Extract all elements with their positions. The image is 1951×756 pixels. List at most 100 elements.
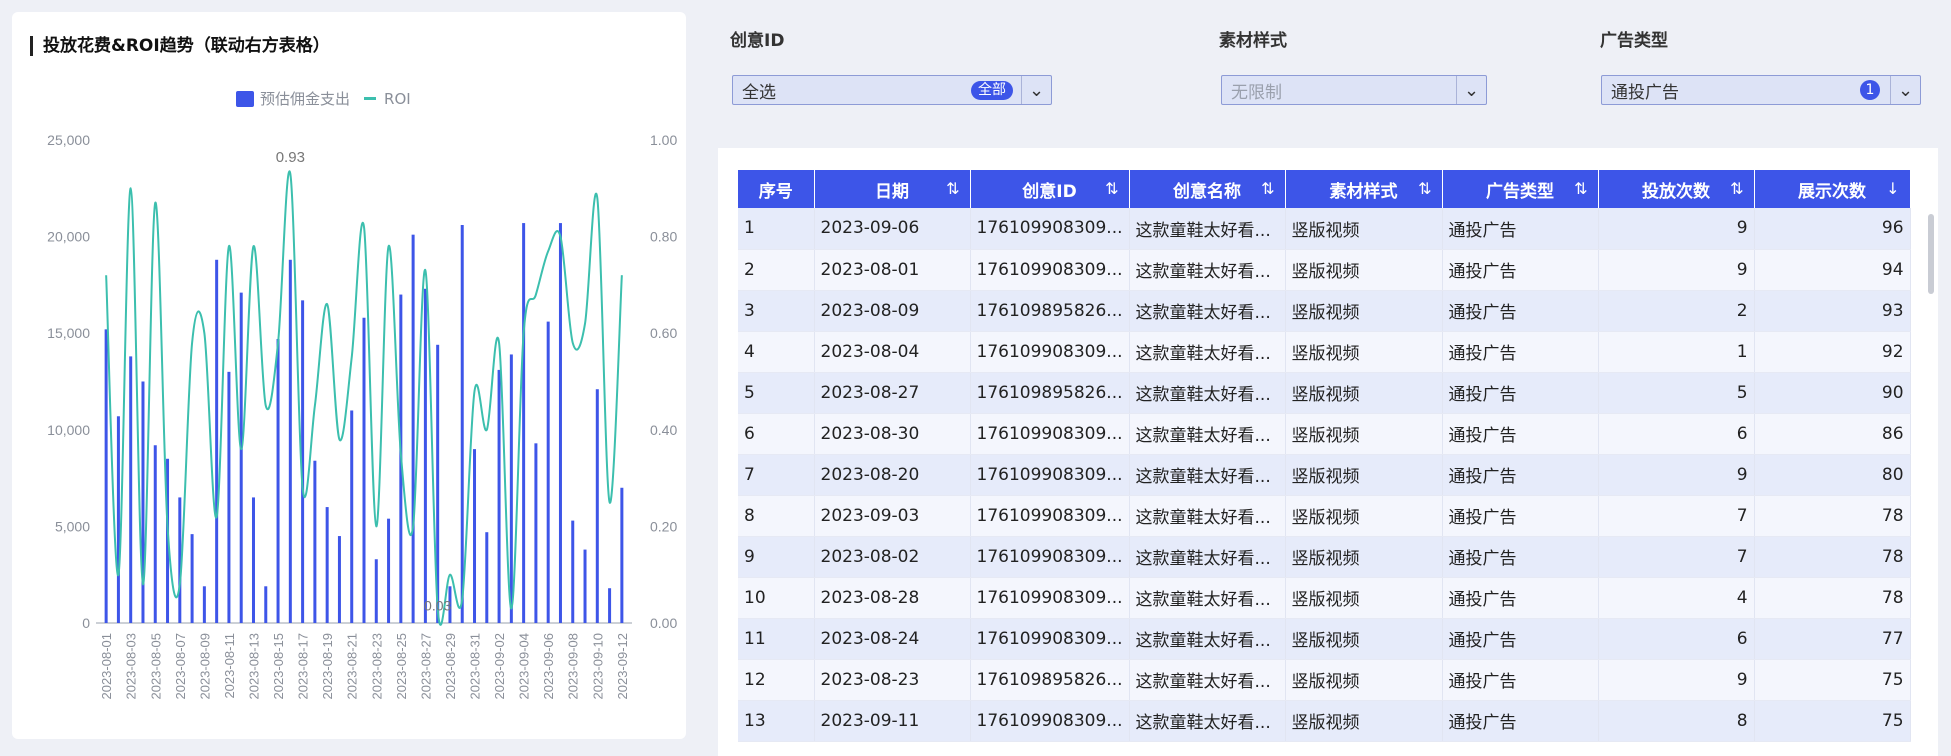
cell-col-creative-id: 176109908309... [970, 331, 1130, 373]
table-row[interactable]: 10 2023-08-28 176109908309... 这款童鞋太好看... 竖版视… [738, 577, 1911, 619]
sort-icon[interactable]: ⇅ [1418, 179, 1431, 198]
chevron-down-icon[interactable]: ⌄ [1456, 76, 1486, 104]
bar-commission [620, 487, 624, 623]
material-style-select[interactable]: 无限制 ⌄ [1221, 75, 1487, 105]
bar-commission [608, 588, 612, 623]
table-row[interactable]: 3 2023-08-09 176109895826... 这款童鞋太好看... 竖版视频… [738, 290, 1911, 332]
cell-col-date: 2023-09-03 [814, 495, 971, 537]
chart-card: 投放花费&ROI趋势（联动右方表格） 预估佣金支出 ROI 0 5,000 10,0… [12, 12, 686, 739]
bar-commission [522, 223, 526, 624]
cell-col-material-style: 竖版视频 [1285, 454, 1443, 496]
cell-col-delivery-count: 2 [1598, 290, 1755, 332]
x-tick-label: 2023-09-10 [590, 633, 605, 700]
table-row[interactable]: 13 2023-09-11 176109908309... 这款童鞋太好看... 竖版视… [738, 700, 1911, 742]
cell-col-creative-id: 176109895826... [970, 290, 1130, 332]
x-tick-label: 2023-09-12 [615, 633, 630, 700]
table-row[interactable]: 11 2023-08-24 176109908309... 这款童鞋太好看... 竖版视… [738, 618, 1911, 660]
sort-icon[interactable]: ⇅ [1105, 179, 1118, 198]
bar-commission [104, 329, 108, 623]
x-tick-label: 2023-09-02 [492, 633, 507, 700]
cell-col-impressions: 80 [1754, 454, 1911, 496]
bar-commission [337, 536, 341, 623]
table-row[interactable]: 9 2023-08-02 176109908309... 这款童鞋太好看... 竖版视频… [738, 536, 1911, 578]
bar-commission [227, 371, 231, 623]
table-row[interactable]: 6 2023-08-30 176109908309... 这款童鞋太好看... 竖版视频… [738, 413, 1911, 455]
table-row[interactable]: 1 2023-09-06 176109908309... 这款童鞋太好看... 竖版视频… [738, 208, 1911, 250]
bar-commission [276, 338, 280, 623]
y-right-tick-label: 0.40 [650, 422, 677, 438]
header-col-impressions[interactable]: 展示次数 ↓ [1754, 170, 1911, 208]
cell-col-delivery-count: 9 [1598, 659, 1755, 701]
sort-icon[interactable]: ⇅ [1730, 179, 1743, 198]
x-tick-label: 2023-08-11 [222, 633, 237, 699]
bar-commission [460, 225, 464, 623]
table-row[interactable]: 12 2023-08-23 176109895826... 这款童鞋太好看... 竖版视… [738, 659, 1911, 701]
header-col-ad-type[interactable]: 广告类型 ⇅ [1442, 170, 1599, 208]
table-row[interactable]: 4 2023-08-04 176109908309... 这款童鞋太好看... 竖版视频… [738, 331, 1911, 373]
x-tick-label: 2023-08-29 [443, 633, 458, 700]
chevron-down-icon[interactable]: ⌄ [1021, 76, 1051, 104]
ad-type-select[interactable]: 通投广告 1 ⌄ [1601, 75, 1921, 105]
creative-id-select[interactable]: 全选 全部 ⌄ [732, 75, 1052, 105]
sort-descending-icon[interactable]: ↓ [1886, 179, 1899, 198]
creative-table-panel: 序号 日期 ⇅ 创意ID ⇅ 创意名称 ⇅ 素材样式 ⇅ 广告类型 ⇅ 投放次数 ⇅ 展示次数 ↓ 1 202… [718, 148, 1938, 756]
table-row[interactable]: 8 2023-09-03 176109908309... 这款童鞋太好看... 竖版视频… [738, 495, 1911, 537]
cell-col-creative-id: 176109908309... [970, 208, 1130, 250]
cell-col-ad-type: 通投广告 [1442, 249, 1599, 291]
y-right-tick-label: 1.00 [650, 132, 677, 148]
bar-commission [313, 460, 317, 623]
bar-commission [571, 520, 575, 623]
bar-commission [251, 497, 255, 623]
filter-label-creative-id: 创意ID [730, 31, 785, 51]
creative-table: 序号 日期 ⇅ 创意ID ⇅ 创意名称 ⇅ 素材样式 ⇅ 广告类型 ⇅ 投放次数 ⇅ 展示次数 ↓ 1 202… [738, 170, 1911, 742]
table-scrollbar[interactable] [1928, 214, 1934, 294]
sort-icon[interactable]: ⇅ [1574, 179, 1587, 198]
cell-col-index: 3 [738, 290, 815, 332]
cell-col-material-style: 竖版视频 [1285, 659, 1443, 701]
cell-col-date: 2023-08-27 [814, 372, 971, 414]
cell-col-material-style: 竖版视频 [1285, 618, 1443, 660]
table-row[interactable]: 2 2023-08-01 176109908309... 这款童鞋太好看... 竖版视频… [738, 249, 1911, 291]
bar-commission [116, 416, 120, 623]
chevron-down-icon[interactable]: ⌄ [1890, 76, 1920, 104]
bar-commission [288, 259, 292, 623]
header-col-index[interactable]: 序号 [738, 170, 815, 208]
cell-col-creative-name: 这款童鞋太好看... [1129, 700, 1286, 742]
table-header-row: 序号 日期 ⇅ 创意ID ⇅ 创意名称 ⇅ 素材样式 ⇅ 广告类型 ⇅ 投放次数 ⇅ 展示次数 ↓ [738, 170, 1911, 208]
cell-col-creative-name: 这款童鞋太好看... [1129, 413, 1286, 455]
table-row[interactable]: 7 2023-08-20 176109908309... 这款童鞋太好看... 竖版视频… [738, 454, 1911, 496]
cell-col-index: 6 [738, 413, 815, 455]
cell-col-creative-id: 176109908309... [970, 249, 1130, 291]
cell-col-material-style: 竖版视频 [1285, 577, 1443, 619]
cell-col-date: 2023-08-04 [814, 331, 971, 373]
table-row[interactable]: 5 2023-08-27 176109895826... 这款童鞋太好看... 竖版视频… [738, 372, 1911, 414]
cell-col-delivery-count: 1 [1598, 331, 1755, 373]
header-col-delivery-count[interactable]: 投放次数 ⇅ [1598, 170, 1755, 208]
filter-label-ad-type: 广告类型 [1600, 31, 1668, 51]
ad-type-select-value: 通投广告 [1611, 82, 1679, 103]
bar-commission [202, 586, 206, 623]
cell-col-date: 2023-09-06 [814, 208, 971, 250]
cell-col-date: 2023-08-23 [814, 659, 971, 701]
cell-col-material-style: 竖版视频 [1285, 208, 1443, 250]
cell-col-ad-type: 通投广告 [1442, 700, 1599, 742]
sort-icon[interactable]: ⇅ [1261, 179, 1274, 198]
cell-col-delivery-count: 6 [1598, 413, 1755, 455]
cell-col-ad-type: 通投广告 [1442, 618, 1599, 660]
bar-commission [497, 369, 501, 623]
cell-col-index: 2 [738, 249, 815, 291]
bar-commission [153, 445, 157, 623]
bar-commission [546, 321, 550, 623]
y-left-tick-label: 10,000 [47, 422, 90, 438]
cell-col-ad-type: 通投广告 [1442, 290, 1599, 332]
bar-commission [129, 356, 133, 623]
cell-col-index: 7 [738, 454, 815, 496]
y-left-tick-label: 20,000 [47, 229, 90, 245]
header-col-creative-name[interactable]: 创意名称 ⇅ [1129, 170, 1286, 208]
header-col-material-style[interactable]: 素材样式 ⇅ [1285, 170, 1443, 208]
sort-icon[interactable]: ⇅ [946, 179, 959, 198]
cell-col-material-style: 竖版视频 [1285, 536, 1443, 578]
header-col-date[interactable]: 日期 ⇅ [814, 170, 971, 208]
x-tick-label: 2023-09-04 [517, 633, 532, 700]
header-col-creative-id[interactable]: 创意ID ⇅ [970, 170, 1130, 208]
